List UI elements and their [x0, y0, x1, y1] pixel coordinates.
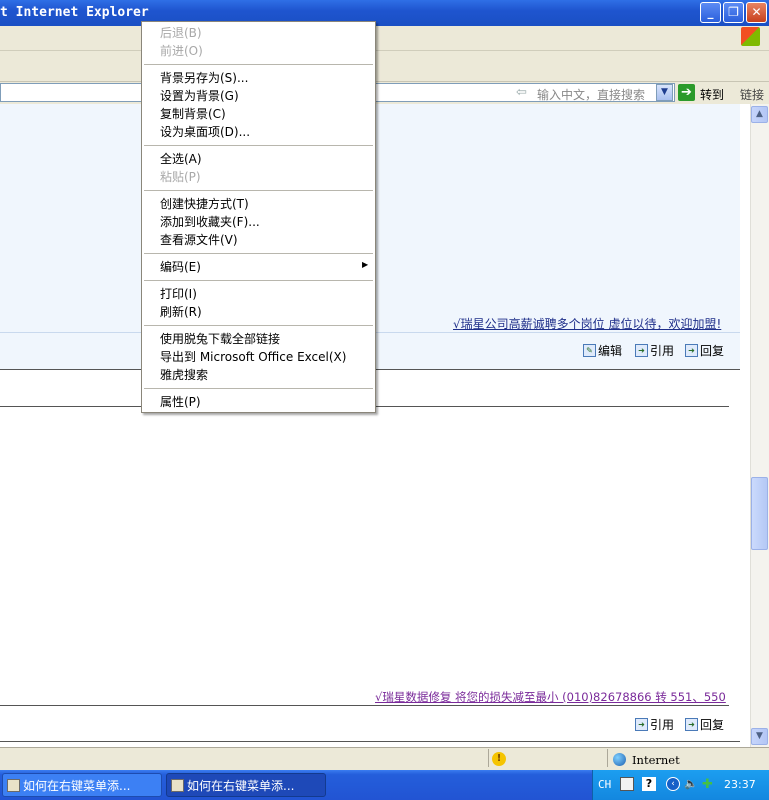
- ad-link-data-recovery[interactable]: √瑞星数据修复 将您的损失减至最小 (010)82678866 转 551、55…: [375, 689, 726, 705]
- quote-label: 引用: [650, 718, 675, 732]
- security-zone-label: Internet: [632, 753, 680, 767]
- menu-item-properties[interactable]: 属性(P): [160, 393, 201, 411]
- quote-button[interactable]: ➜ 引用: [635, 342, 674, 359]
- taskbar-button-active[interactable]: 如何在右键菜单添...: [166, 773, 326, 797]
- volume-icon[interactable]: 🔈: [684, 777, 698, 791]
- quote-button[interactable]: ➜ 引用: [635, 716, 674, 733]
- taskbar-button-label: 如何在右键菜单添...: [187, 779, 295, 793]
- taskbar-button[interactable]: 如何在右键菜单添...: [2, 773, 162, 797]
- menu-separator: [144, 190, 373, 191]
- help-icon[interactable]: ?: [642, 777, 656, 791]
- menu-item-copy-background[interactable]: 复制背景(C): [160, 105, 226, 123]
- scroll-up-button[interactable]: ▲: [751, 106, 768, 123]
- menu-item-forward[interactable]: 前进(O): [160, 42, 203, 60]
- ie-window-icon: [171, 779, 184, 792]
- divider: [0, 705, 729, 706]
- menu-separator: [144, 280, 373, 281]
- keyboard-icon[interactable]: [620, 777, 634, 791]
- edit-button[interactable]: ✎ 编辑: [583, 342, 622, 359]
- go-arrow-icon[interactable]: ➔: [678, 84, 695, 101]
- menu-separator: [144, 145, 373, 146]
- menu-item-print[interactable]: 打印(I): [160, 285, 197, 303]
- reply-button[interactable]: ➜ 回复: [685, 342, 724, 359]
- reply-label: 回复: [700, 718, 725, 732]
- taskbar-button-label: 如何在右键菜单添...: [23, 779, 131, 793]
- menu-item-export-to-excel[interactable]: 导出到 Microsoft Office Excel(X): [160, 348, 346, 366]
- reply-label: 回复: [700, 344, 725, 358]
- search-placeholder: 输入中文，直接搜索: [537, 88, 646, 102]
- windows-logo-icon: [741, 27, 760, 46]
- ie-window-icon: [7, 779, 20, 792]
- menu-item-back[interactable]: 后退(B): [160, 24, 202, 42]
- input-language-indicator[interactable]: CH: [598, 778, 611, 791]
- go-button[interactable]: 转到: [700, 86, 724, 103]
- menu-item-add-to-favorites[interactable]: 添加到收藏夹(F)...: [160, 213, 260, 231]
- search-dropdown-button[interactable]: ▼: [656, 84, 673, 101]
- toolbar: [0, 51, 769, 82]
- menu-bar: [0, 26, 769, 51]
- warning-icon[interactable]: !: [492, 752, 506, 766]
- edit-icon: ✎: [583, 344, 596, 357]
- links-button[interactable]: 链接: [740, 86, 764, 103]
- restore-button[interactable]: ❐: [723, 2, 744, 23]
- menu-item-yahoo-search[interactable]: 雅虎搜索: [160, 366, 208, 384]
- reply-icon: ➜: [685, 718, 698, 731]
- menu-item-set-desktop-item[interactable]: 设为桌面项(D)...: [160, 123, 250, 141]
- submenu-arrow-icon: ▶: [362, 260, 369, 269]
- ad-link-recruitment[interactable]: √瑞星公司高薪诚聘多个岗位 虚位以待，欢迎加盟!: [453, 315, 721, 332]
- window-title: t Internet Explorer: [0, 5, 149, 20]
- quote-icon: ➜: [635, 718, 648, 731]
- expand-tray-icon[interactable]: ‹: [666, 777, 680, 791]
- menu-item-save-background[interactable]: 背景另存为(S)...: [160, 69, 248, 87]
- internet-zone-icon: [613, 753, 626, 766]
- clock[interactable]: 23:37: [724, 778, 756, 791]
- menu-item-set-as-background[interactable]: 设置为背景(G): [160, 87, 239, 105]
- divider: [0, 741, 740, 742]
- menu-item-paste[interactable]: 粘贴(P): [160, 168, 201, 186]
- menu-item-create-shortcut[interactable]: 创建快捷方式(T): [160, 195, 249, 213]
- close-button[interactable]: ✕: [746, 2, 767, 23]
- status-divider: [488, 749, 489, 767]
- reply-icon: ➜: [685, 344, 698, 357]
- menu-separator: [144, 253, 373, 254]
- context-menu: 后退(B) 前进(O) 背景另存为(S)... 设置为背景(G) 复制背景(C)…: [141, 21, 376, 413]
- menu-item-select-all[interactable]: 全选(A): [160, 150, 202, 168]
- menu-item-download-all-links[interactable]: 使用脱兔下载全部链接: [160, 330, 280, 348]
- status-divider: [607, 749, 608, 767]
- network-icon[interactable]: ✚: [702, 777, 716, 792]
- quote-label: 引用: [650, 344, 675, 358]
- edit-label: 编辑: [598, 344, 623, 358]
- menu-separator: [144, 388, 373, 389]
- reply-button[interactable]: ➜ 回复: [685, 716, 724, 733]
- back-arrow-icon: ⇦: [516, 85, 527, 100]
- quote-icon: ➜: [635, 344, 648, 357]
- menu-item-encoding[interactable]: 编码(E): [160, 258, 201, 276]
- scroll-down-button[interactable]: ▼: [751, 728, 768, 745]
- menu-separator: [144, 325, 373, 326]
- vertical-scrollbar[interactable]: [750, 104, 769, 747]
- menu-item-view-source[interactable]: 查看源文件(V): [160, 231, 238, 249]
- minimize-button[interactable]: _: [700, 2, 721, 23]
- menu-item-refresh[interactable]: 刷新(R): [160, 303, 202, 321]
- scroll-thumb[interactable]: [751, 477, 768, 550]
- menu-separator: [144, 64, 373, 65]
